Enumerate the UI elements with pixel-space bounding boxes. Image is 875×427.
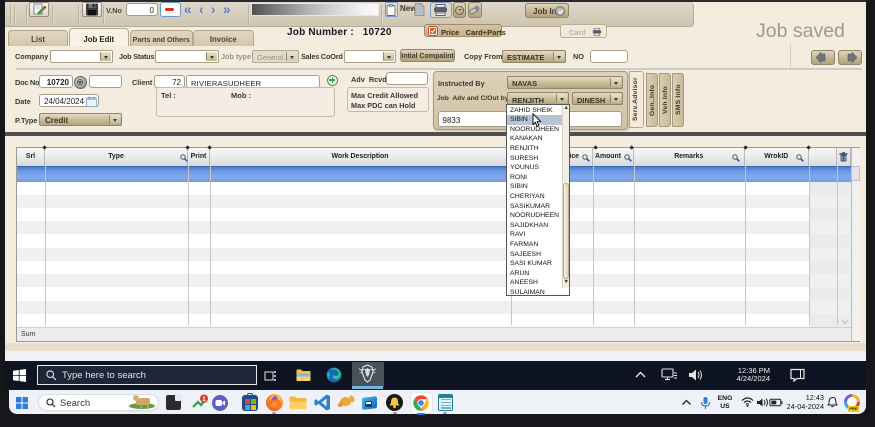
svg-text:1: 1 [202, 396, 206, 403]
